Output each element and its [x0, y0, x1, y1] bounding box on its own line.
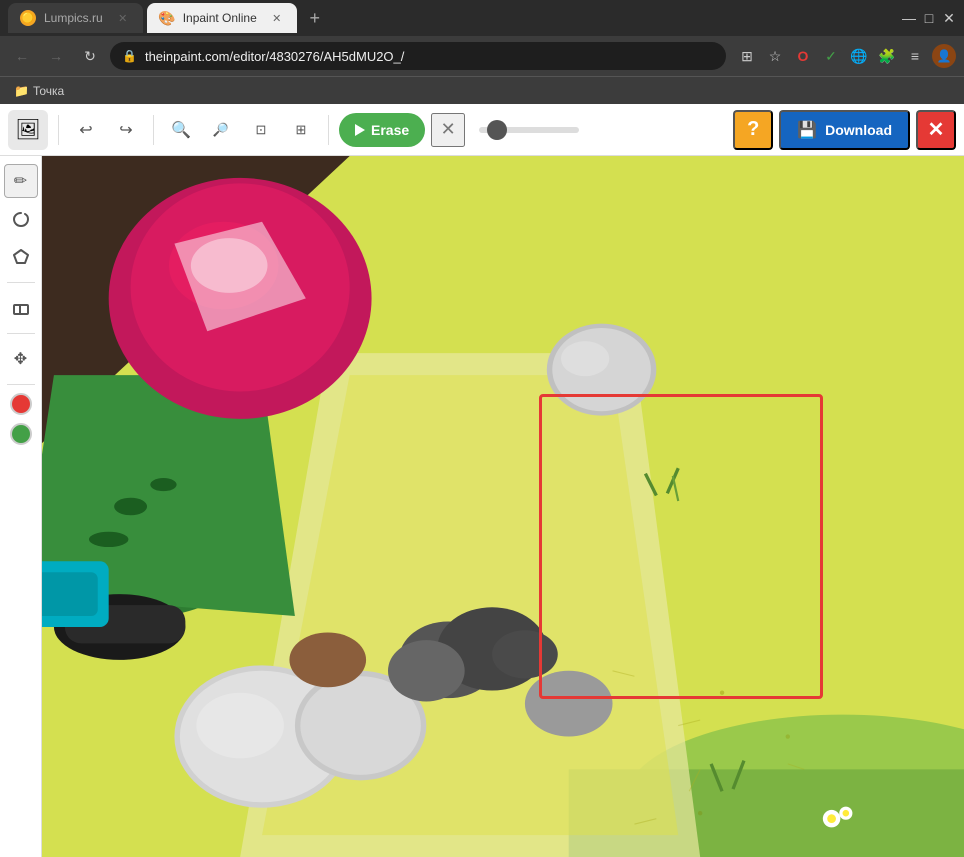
zoom-out-button[interactable]: 🔎: [204, 113, 238, 147]
green-color-button[interactable]: [10, 423, 32, 445]
content-area: ✏: [0, 156, 964, 857]
lumpics-tab-label: Lumpics.ru: [44, 11, 103, 25]
app-logo: 🖼: [8, 110, 48, 150]
brush-size-slider[interactable]: [479, 127, 579, 133]
bookmark-label: Точка: [33, 84, 64, 98]
help-label: ?: [747, 118, 759, 141]
maximize-button[interactable]: □: [922, 11, 936, 25]
canvas-content: [42, 156, 964, 857]
inpaint-tab-close[interactable]: ✕: [269, 10, 285, 26]
browser-window: 🟡 Lumpics.ru ✕ 🎨 Inpaint Online ✕ + — □ …: [0, 0, 964, 857]
app-area: 🖼 ↩ ↪ 🔍 🔎 ⊡ ⊞ Erase ✕ ? 💾 D: [0, 104, 964, 857]
extensions-icon[interactable]: 🧩: [876, 45, 898, 67]
erase-button[interactable]: Erase: [339, 113, 425, 147]
polygon-tool[interactable]: [4, 240, 38, 274]
redo-button[interactable]: ↪: [109, 113, 143, 147]
download-label: Download: [825, 122, 892, 138]
toolbar-separator-2: [153, 115, 154, 145]
tab-inpaint[interactable]: 🎨 Inpaint Online ✕: [147, 3, 297, 33]
vpn-icon[interactable]: 🌐: [848, 45, 870, 67]
lumpics-favicon: 🟡: [20, 10, 36, 26]
address-bar: ← → ↻ 🔒 theinpaint.com/editor/4830276/AH…: [0, 36, 964, 76]
browser-toolbar-icons: ⊞ ☆ O ✓ 🌐 🧩 ≡ 👤: [736, 44, 956, 68]
canvas-area[interactable]: [42, 156, 964, 857]
zoom-reset-button[interactable]: ⊞: [284, 113, 318, 147]
bookmark-folder-icon: 📁: [14, 84, 29, 98]
minimize-button[interactable]: —: [902, 11, 916, 25]
help-button[interactable]: ?: [733, 110, 773, 150]
address-input[interactable]: 🔒 theinpaint.com/editor/4830276/AH5dMU2O…: [110, 42, 726, 70]
toolbar-separator-1: [58, 115, 59, 145]
win-control-group: — □ ✕: [902, 11, 956, 25]
lumpics-tab-close[interactable]: ✕: [115, 10, 131, 26]
lock-icon: 🔒: [122, 49, 137, 63]
tab-lumpics[interactable]: 🟡 Lumpics.ru ✕: [8, 3, 143, 33]
translate-icon[interactable]: ⊞: [736, 45, 758, 67]
zoom-fit-button[interactable]: ⊡: [244, 113, 278, 147]
shield-icon[interactable]: ✓: [820, 45, 842, 67]
tool-separator-3: [7, 384, 35, 385]
undo-button[interactable]: ↩: [69, 113, 103, 147]
download-button[interactable]: 💾 Download: [779, 110, 910, 150]
zoom-in-button[interactable]: 🔍: [164, 113, 198, 147]
download-icon: 💾: [797, 120, 817, 140]
play-icon: [355, 124, 365, 136]
profile-icon[interactable]: 👤: [932, 44, 956, 68]
slider-thumb[interactable]: [487, 120, 507, 140]
lasso-tool[interactable]: [4, 202, 38, 236]
app-toolbar: 🖼 ↩ ↪ 🔍 🔎 ⊡ ⊞ Erase ✕ ? 💾 D: [0, 104, 964, 156]
opera-icon[interactable]: O: [792, 45, 814, 67]
menu-icon[interactable]: ≡: [904, 45, 926, 67]
bookmark-tochka[interactable]: 📁 Точка: [8, 82, 70, 100]
pencil-tool[interactable]: ✏: [4, 164, 38, 198]
illustration-svg: [42, 156, 964, 857]
move-tool[interactable]: ✥: [4, 342, 38, 376]
back-button[interactable]: ←: [8, 42, 36, 70]
tools-sidebar: ✏: [0, 156, 42, 857]
new-tab-button[interactable]: +: [301, 4, 329, 32]
address-text: theinpaint.com/editor/4830276/AH5dMU2O_/: [145, 49, 714, 64]
erase-label: Erase: [371, 122, 409, 138]
inpaint-tab-label: Inpaint Online: [183, 11, 257, 25]
close-button[interactable]: ✕: [942, 11, 956, 25]
forward-button[interactable]: →: [42, 42, 70, 70]
tool-separator-2: [7, 333, 35, 334]
window-controls: — □ ✕: [902, 11, 956, 25]
cancel-button[interactable]: ✕: [431, 113, 465, 147]
tool-separator: [7, 282, 35, 283]
title-bar: 🟡 Lumpics.ru ✕ 🎨 Inpaint Online ✕ + — □ …: [0, 0, 964, 36]
toolbar-separator-3: [328, 115, 329, 145]
bookmark-star-icon[interactable]: ☆: [764, 45, 786, 67]
bookmark-bar: 📁 Точка: [0, 76, 964, 104]
inpaint-favicon: 🎨: [159, 10, 175, 26]
close-app-button[interactable]: ✕: [916, 110, 956, 150]
red-color-button[interactable]: [10, 393, 32, 415]
eraser-tool[interactable]: [4, 291, 38, 325]
refresh-button[interactable]: ↻: [76, 42, 104, 70]
